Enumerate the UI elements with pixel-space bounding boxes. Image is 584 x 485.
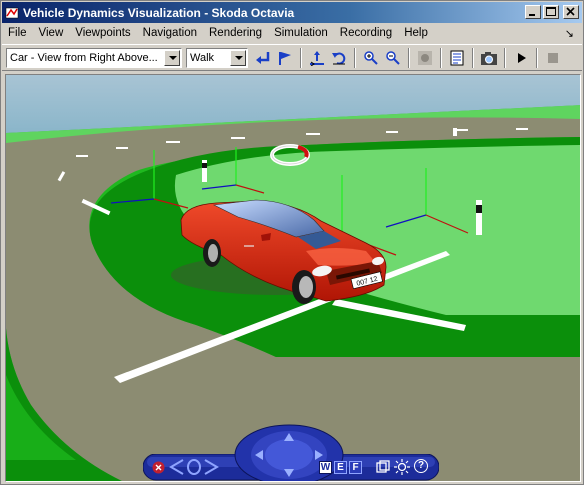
menu-recording[interactable]: Recording — [334, 24, 398, 43]
dock-arrow-icon[interactable]: ↘ — [565, 27, 574, 40]
app-icon — [5, 6, 19, 20]
headlight-icon[interactable] — [414, 47, 436, 69]
camera-icon[interactable] — [478, 47, 500, 69]
window-title: Vehicle Dynamics Visualization - Skoda O… — [23, 5, 295, 20]
toolbar-separator — [536, 47, 538, 68]
toolbar: Car - View from Right Above... Walk — [2, 44, 582, 71]
toolbar-separator — [504, 47, 506, 68]
fly-mode-button[interactable]: F — [349, 461, 362, 474]
app-window: Vehicle Dynamics Visualization - Skoda O… — [0, 0, 584, 485]
chevron-down-icon[interactable] — [230, 49, 246, 66]
navigation-mode-select[interactable]: Walk — [186, 47, 248, 68]
menu-help[interactable]: Help — [398, 24, 434, 43]
toolbar-separator — [472, 47, 474, 68]
menu-view[interactable]: View — [33, 24, 70, 43]
straighten-icon[interactable] — [376, 460, 390, 477]
arrow-left-icon[interactable] — [169, 458, 185, 479]
maximize-button[interactable] — [543, 5, 559, 19]
stop-icon[interactable] — [542, 47, 564, 69]
arrow-right-icon[interactable] — [203, 458, 219, 479]
examine-mode-button[interactable]: E — [334, 461, 347, 474]
menu-bar: File View Viewpoints Navigation Renderin… — [2, 24, 582, 43]
viewpoint-select[interactable]: Car - View from Right Above... — [6, 47, 182, 68]
circle-icon[interactable] — [186, 458, 202, 479]
title-bar[interactable]: Vehicle Dynamics Visualization - Skoda O… — [2, 2, 582, 23]
flag-icon[interactable] — [274, 47, 296, 69]
menu-rendering[interactable]: Rendering — [203, 24, 268, 43]
close-button[interactable] — [563, 5, 579, 19]
toolbar-separator — [440, 47, 442, 68]
chevron-down-icon[interactable] — [164, 49, 180, 66]
play-icon[interactable] — [510, 47, 532, 69]
undo-move-icon[interactable] — [328, 47, 350, 69]
help-button[interactable]: ? — [414, 459, 428, 473]
close-nav-icon[interactable] — [152, 461, 165, 477]
menu-navigation[interactable]: Navigation — [137, 24, 203, 43]
menu-file[interactable]: File — [2, 24, 33, 43]
headlight-sun-icon[interactable] — [394, 459, 410, 478]
toolbar-separator — [300, 47, 302, 68]
zoom-in-icon[interactable] — [360, 47, 382, 69]
toolbar-separator — [354, 47, 356, 68]
navigation-mode-value: Walk — [190, 51, 215, 64]
zoom-out-icon[interactable] — [382, 47, 404, 69]
navigation-panel: W E F ? — [143, 424, 439, 481]
viewpoint-select-value: Car - View from Right Above... — [10, 51, 158, 64]
minimize-button[interactable] — [525, 5, 541, 19]
menu-viewpoints[interactable]: Viewpoints — [69, 24, 136, 43]
menu-simulation[interactable]: Simulation — [268, 24, 334, 43]
toolbar-separator — [408, 47, 410, 68]
return-viewpoint-icon[interactable] — [252, 47, 274, 69]
walk-mode-button[interactable]: W — [319, 461, 332, 474]
block-parameters-icon[interactable] — [446, 47, 468, 69]
straighten-up-icon[interactable] — [306, 47, 328, 69]
